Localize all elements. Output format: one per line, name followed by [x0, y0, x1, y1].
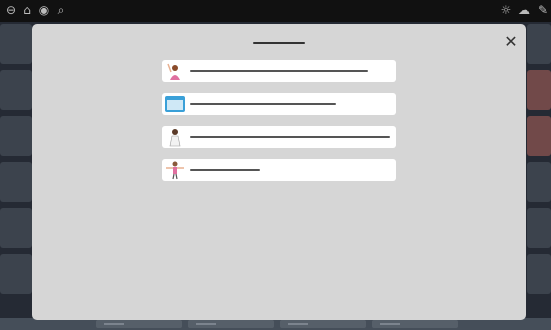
- choice-modal: ✕: [32, 24, 526, 320]
- option-item[interactable]: [162, 126, 396, 148]
- doctor-icon: [169, 129, 181, 147]
- cloud-icon[interactable]: ☁: [517, 3, 531, 17]
- option-label-placeholder: [190, 136, 390, 138]
- option-item[interactable]: [162, 60, 396, 82]
- option-item[interactable]: [162, 159, 396, 181]
- calendar-day-icon: [165, 96, 185, 112]
- home-icon[interactable]: ⌂: [20, 3, 34, 17]
- option-label-placeholder: [190, 103, 336, 105]
- camera-icon[interactable]: ◉: [37, 3, 51, 17]
- sun-icon[interactable]: ☼: [499, 3, 513, 17]
- modal-drag-handle[interactable]: [253, 42, 305, 44]
- close-icon[interactable]: ✕: [502, 33, 520, 51]
- back-icon[interactable]: ⊖: [4, 3, 18, 17]
- option-label-placeholder: [190, 70, 368, 72]
- search-icon[interactable]: ⌕: [54, 3, 68, 17]
- waving-woman-icon: [167, 63, 180, 80]
- top-toolbar: ⊖ ⌂ ◉ ⌕ ☼ ☁ ✎: [0, 0, 551, 22]
- tools-icon[interactable]: ✎: [536, 3, 550, 17]
- option-item[interactable]: [162, 93, 396, 115]
- option-label-placeholder: [190, 169, 260, 171]
- arms-out-person-icon: [166, 161, 184, 180]
